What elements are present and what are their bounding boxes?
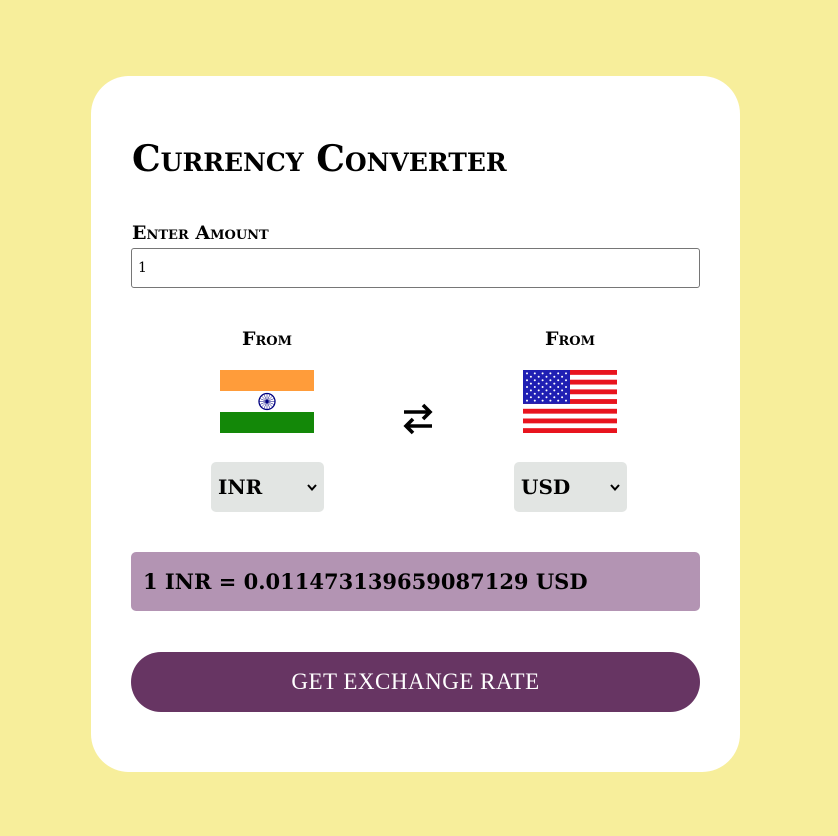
amount-input[interactable] [131, 248, 700, 288]
get-exchange-rate-button[interactable]: GET EXCHANGE RATE [131, 652, 700, 712]
to-currency-select[interactable]: USD [514, 462, 627, 512]
usa-flag-icon [523, 370, 617, 433]
from-currency-label: From [241, 328, 292, 350]
swap-arrows-icon[interactable] [400, 402, 436, 436]
chevron-down-icon [307, 484, 317, 492]
exchange-rate-result: 1 INR = 0.011473139659087129 USD [131, 552, 700, 611]
converter-card: Currency Converter Enter Amount From INR [91, 76, 740, 772]
to-currency-value: USD [521, 475, 571, 499]
chevron-down-icon [610, 484, 620, 492]
from-currency-value: INR [218, 475, 263, 499]
from-currency-select[interactable]: INR [211, 462, 324, 512]
amount-label: Enter Amount [132, 222, 269, 244]
to-currency-label: From [544, 328, 595, 350]
page-title: Currency Converter [132, 138, 507, 180]
india-flag-icon [220, 370, 314, 433]
